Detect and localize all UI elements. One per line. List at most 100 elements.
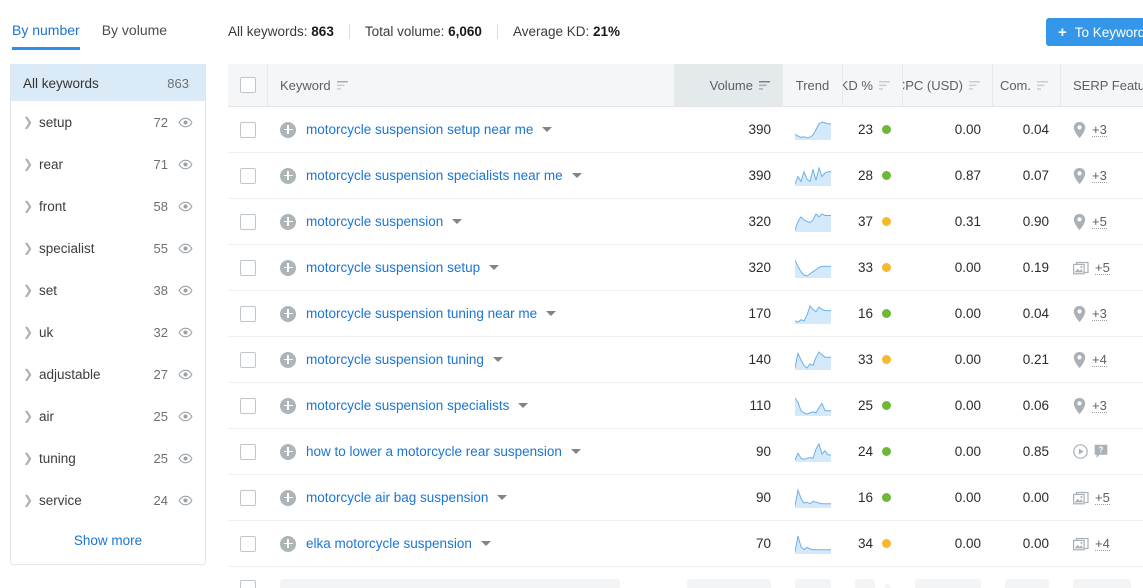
table-row[interactable]: motorcycle suspension tuning near me 170 … [228,291,1143,337]
show-more-button[interactable]: Show more [11,521,205,564]
row-select-cell[interactable] [228,337,268,382]
eye-icon[interactable] [178,283,193,298]
row-checkbox[interactable] [240,351,256,368]
sidebar-item-all-keywords[interactable]: All keywords 863 [11,64,205,101]
add-keyword-icon[interactable] [280,167,296,184]
image-icon[interactable] [1073,537,1089,551]
serp-more-count[interactable]: +5 [1095,261,1110,275]
row-checkbox[interactable] [240,213,256,230]
add-keyword-icon[interactable] [280,213,296,230]
chevron-down-icon[interactable] [542,127,553,132]
serp-more-count[interactable]: +3 [1092,169,1107,183]
row-checkbox[interactable] [240,580,256,588]
sidebar-item-specialist[interactable]: ❯ specialist 55 [11,227,205,269]
table-row[interactable]: motorcycle suspension setup 320 33 0.00 0.1… [228,245,1143,291]
map-pin-icon[interactable] [1073,167,1086,184]
row-select-cell[interactable] [228,107,268,152]
keyword-link[interactable]: motorcycle suspension setup [306,260,480,275]
table-row[interactable]: motorcycle suspension specialists near m… [228,153,1143,199]
table-row[interactable]: motorcycle suspension 320 37 0.31 0.90 +5 [228,199,1143,245]
keyword-link[interactable]: motorcycle air bag suspension [306,490,488,505]
add-keyword-icon[interactable] [280,259,296,276]
chevron-down-icon[interactable] [546,311,557,316]
column-header-cpc[interactable]: CPC (USD) [903,64,993,106]
row-select-cell[interactable] [228,475,268,520]
add-keyword-icon[interactable] [280,397,296,414]
serp-more-count[interactable]: +3 [1092,123,1107,137]
image-icon[interactable] [1073,491,1089,505]
tab-by-number[interactable]: By number [12,22,80,50]
table-row[interactable]: motorcycle suspension specialists 110 25 0… [228,383,1143,429]
map-pin-icon[interactable] [1073,397,1086,414]
serp-more-count[interactable]: +5 [1092,215,1107,229]
chevron-right-icon[interactable]: ❯ [21,116,35,128]
chevron-down-icon[interactable] [492,357,503,362]
keyword-link[interactable]: motorcycle suspension [306,214,443,229]
sidebar-item-set[interactable]: ❯ set 38 [11,269,205,311]
sidebar-item-adjustable[interactable]: ❯ adjustable 27 [11,353,205,395]
keyword-link[interactable]: motorcycle suspension tuning [306,352,484,367]
map-pin-icon[interactable] [1073,305,1086,322]
sidebar-item-tuning[interactable]: ❯ tuning 25 [11,437,205,479]
add-keyword-icon[interactable] [280,489,296,506]
eye-icon[interactable] [178,115,193,130]
sidebar-item-front[interactable]: ❯ front 58 [11,185,205,227]
serp-more-count[interactable]: +3 [1092,399,1107,413]
row-select-cell[interactable] [228,291,268,336]
row-checkbox[interactable] [240,259,256,276]
select-all-checkbox[interactable] [239,77,256,93]
eye-icon[interactable] [178,367,193,382]
eye-icon[interactable] [178,451,193,466]
eye-icon[interactable] [178,199,193,214]
row-select-cell[interactable] [228,153,268,198]
table-row[interactable]: motorcycle air bag suspension 90 16 0.00 0.… [228,475,1143,521]
keyword-link[interactable]: elka motorcycle suspension [306,536,472,551]
chevron-down-icon[interactable] [480,541,491,546]
chevron-right-icon[interactable]: ❯ [21,158,35,170]
keyword-link[interactable]: motorcycle suspension specialists near m… [306,168,563,183]
tab-by-volume[interactable]: By volume [102,22,167,50]
chevron-down-icon[interactable] [497,495,508,500]
row-checkbox[interactable] [240,535,256,552]
column-header-kd[interactable]: KD % [843,64,903,106]
chevron-right-icon[interactable]: ❯ [21,200,35,212]
video-icon[interactable] [1073,444,1088,459]
keyword-link[interactable]: motorcycle suspension tuning near me [306,306,537,321]
row-select-cell[interactable] [228,199,268,244]
chevron-down-icon[interactable] [489,265,500,270]
row-checkbox[interactable] [240,489,256,506]
table-row[interactable]: motorcycle suspension setup near me 390 2… [228,107,1143,153]
chevron-right-icon[interactable]: ❯ [21,284,35,296]
row-checkbox[interactable] [240,443,256,460]
eye-icon[interactable] [178,157,193,172]
sidebar-item-air[interactable]: ❯ air 25 [11,395,205,437]
keyword-link[interactable]: how to lower a motorcycle rear suspensio… [306,444,562,459]
add-keyword-icon[interactable] [280,121,296,138]
table-row[interactable]: elka motorcycle suspension 70 34 0.00 0.00 +… [228,521,1143,567]
keyword-link[interactable]: motorcycle suspension setup near me [306,122,533,137]
chevron-right-icon[interactable]: ❯ [21,452,35,464]
eye-icon[interactable] [178,325,193,340]
add-keyword-icon[interactable] [280,351,296,368]
row-select-cell[interactable] [228,521,268,566]
row-checkbox[interactable] [240,121,256,138]
add-keyword-icon[interactable] [280,443,296,460]
sidebar-item-service[interactable]: ❯ service 24 [11,479,205,521]
keyword-link[interactable]: motorcycle suspension specialists [306,398,509,413]
table-row[interactable]: motorcycle suspension tuning 140 33 0.00 0.… [228,337,1143,383]
sidebar-item-uk[interactable]: ❯ uk 32 [11,311,205,353]
column-header-competition[interactable]: Com. [993,64,1061,106]
chevron-right-icon[interactable]: ❯ [21,326,35,338]
faq-icon[interactable]: ? [1094,444,1108,459]
chevron-down-icon[interactable] [571,173,582,178]
chevron-down-icon[interactable] [452,219,463,224]
serp-more-count[interactable]: +3 [1092,307,1107,321]
row-select-cell[interactable] [228,429,268,474]
row-checkbox[interactable] [240,305,256,322]
add-keyword-icon[interactable] [280,535,296,552]
map-pin-icon[interactable] [1073,351,1086,368]
serp-more-count[interactable]: +4 [1092,353,1107,367]
serp-more-count[interactable]: +4 [1095,537,1110,551]
column-header-volume[interactable]: Volume [675,64,783,106]
eye-icon[interactable] [178,241,193,256]
